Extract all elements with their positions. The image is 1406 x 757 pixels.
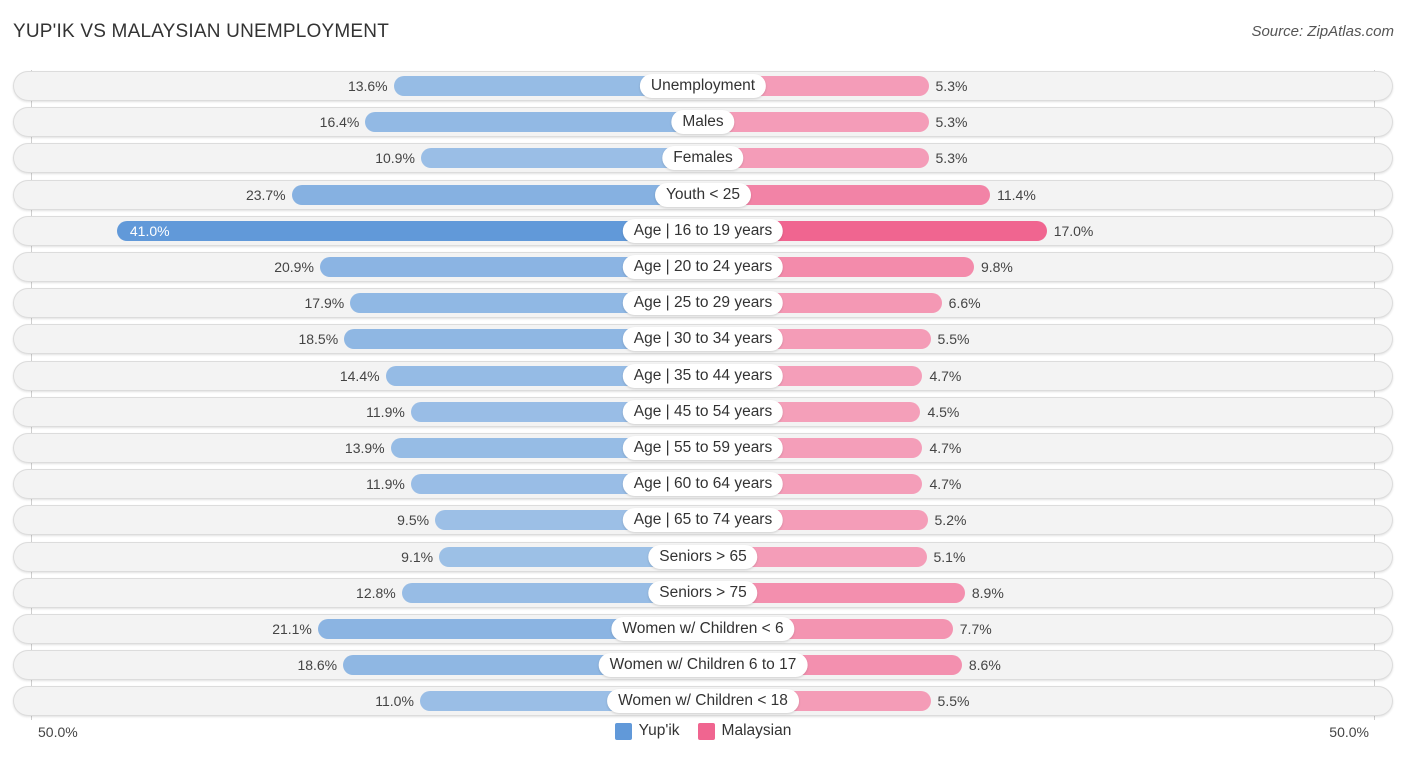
value-label-yupik: 11.9% [366,476,405,493]
value-label-malaysian: 5.5% [937,693,970,710]
value-label-yupik: 13.9% [344,440,385,456]
value-label-malaysian: 4.5% [927,403,960,420]
value-label-malaysian: 5.3% [935,114,968,131]
value-label-yupik: 17.9% [304,295,345,312]
legend-item-yupik[interactable]: Yup'ik [614,722,680,740]
category-label: Seniors > 65 [648,544,758,569]
value-label-malaysian: 4.7% [929,367,962,384]
bar-malaysian[interactable] [703,112,929,133]
value-label-malaysian: 5.5% [937,331,970,348]
category-label: Age | 20 to 24 years [622,255,784,279]
value-label-yupik: 18.6% [297,657,338,674]
value-label-yupik: 11.9% [366,403,405,420]
value-label-malaysian: 5.3% [935,78,968,94]
value-label-malaysian: 6.6% [948,295,981,312]
value-label-malaysian: 4.7% [929,440,962,456]
value-label-malaysian: 8.6% [968,657,1001,674]
diverging-bar-chart: 13.6% 5.3% Unemployment 16.4% 5.3% Males 10.9%… [0,0,1406,757]
value-label-yupik: 13.6% [347,78,388,94]
category-label: Age | 55 to 59 years [622,436,784,460]
value-label-malaysian: 5.1% [933,548,966,565]
value-label-malaysian: 9.8% [980,259,1013,275]
value-label-yupik: 18.5% [298,331,339,348]
value-label-malaysian: 7.7% [959,621,992,637]
legend-swatch-yupik [614,722,632,740]
bar-yupik[interactable] [291,184,703,205]
bar-yupik[interactable] [420,148,703,169]
bar-yupik[interactable] [365,112,703,133]
value-label-malaysian: 17.0% [1053,222,1094,239]
category-label: Youth < 25 [655,182,751,207]
category-label: Age | 35 to 44 years [622,363,784,388]
category-label: Age | 25 to 29 years [622,291,784,316]
category-label: Females [662,146,744,171]
legend-label-malaysian: Malaysian [721,722,792,739]
category-label: Age | 65 to 74 years [622,508,784,533]
value-label-yupik: 21.1% [272,621,312,637]
category-label: Women w/ Children < 18 [607,689,799,714]
category-label: Women w/ Children 6 to 17 [598,653,808,678]
category-label: Seniors > 75 [648,580,758,605]
legend-swatch-malaysian [697,722,715,740]
legend-label-yupik: Yup'ik [638,722,680,739]
value-label-malaysian: 4.7% [929,476,962,493]
category-label: Unemployment [639,74,767,98]
category-label: Age | 60 to 64 years [622,472,784,497]
category-label: Women w/ Children < 6 [611,617,795,641]
legend-item-malaysian[interactable]: Malaysian [697,722,792,740]
category-label: Age | 16 to 19 years [622,218,784,243]
value-label-yupik: 20.9% [274,259,314,275]
value-label-malaysian: 11.4% [997,186,1036,203]
bar-yupik[interactable] [116,220,703,241]
value-label-yupik: 9.1% [401,548,434,565]
value-label-yupik: 9.5% [397,512,430,529]
category-label: Age | 30 to 34 years [622,327,784,352]
value-label-yupik: 11.0% [375,693,414,710]
value-label-yupik: 23.7% [245,186,286,203]
value-label-yupik: 12.8% [356,584,396,601]
value-label-yupik: 14.4% [339,367,380,384]
value-label-malaysian: 5.3% [935,150,968,167]
value-label-yupik: 41.0% [129,222,170,239]
category-label: Males [671,110,735,135]
value-label-yupik: 10.9% [375,150,415,167]
value-label-malaysian: 5.2% [934,512,967,529]
value-label-yupik: 16.4% [319,114,360,131]
legend: Yup'ik Malaysian [0,722,1406,740]
value-label-malaysian: 8.9% [971,584,1004,601]
category-label: Age | 45 to 54 years [622,399,784,424]
